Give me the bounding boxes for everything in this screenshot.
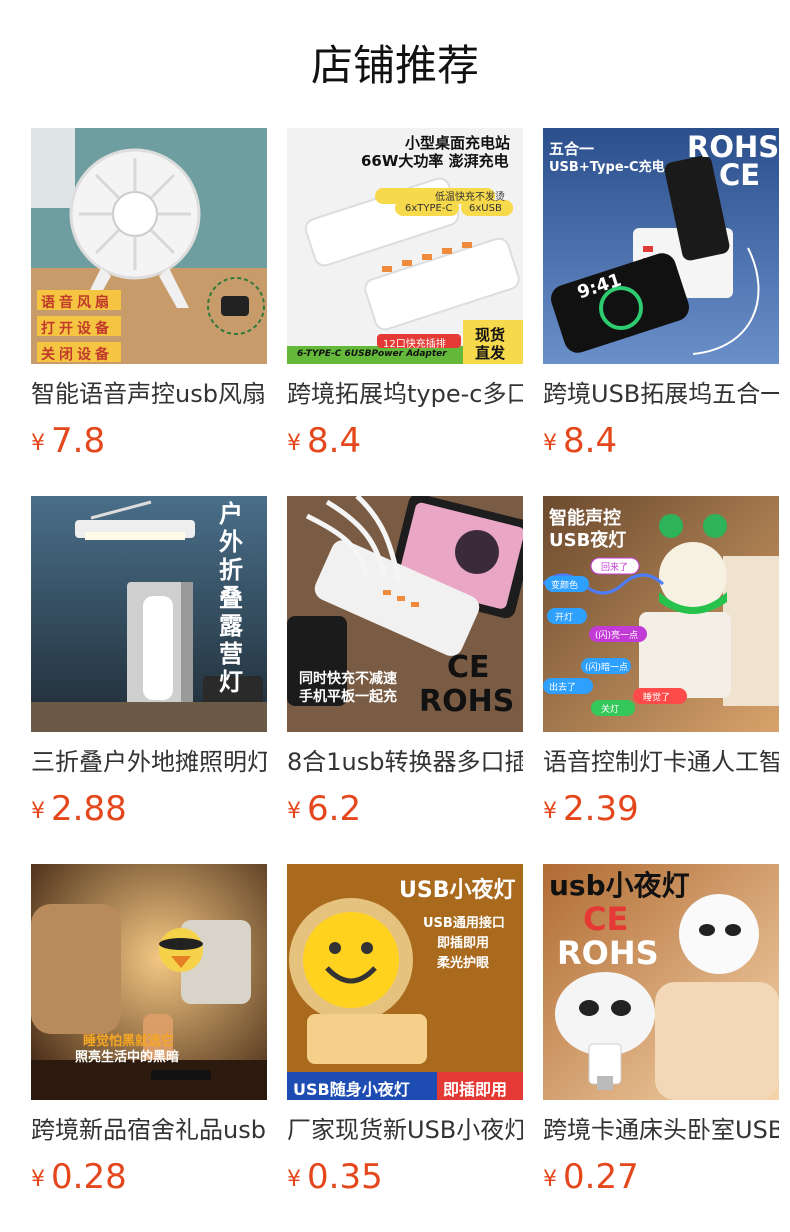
image-ce: CE (447, 650, 490, 685)
image-headline: usb小夜灯 (549, 869, 690, 902)
voice-tag-on: 开灯 (555, 613, 574, 623)
image-footer-right: 即插即用 (443, 1080, 508, 1099)
image-label-1: 语音风扇 (41, 295, 113, 311)
price-value: 0.35 (307, 1157, 383, 1197)
product-image[interactable]: 睡觉怕黑就选它 照亮生活中的黑暗 (31, 864, 267, 1100)
product-price: ¥8.4 (287, 420, 523, 462)
product-price: ¥0.28 (31, 1156, 267, 1198)
image-caption-1: 同时快充不减速 (299, 671, 397, 687)
product-name[interactable]: 三折叠户外地摊照明灯 (31, 746, 267, 778)
image-subheadline: 照亮生活中的黑暗 (75, 1050, 180, 1065)
voice-tag-back: 回来了 (601, 563, 629, 573)
price-value: 8.4 (307, 421, 362, 461)
product-image[interactable]: 小型桌面充电站 66W大功率 澎湃充电 低温快充不发烫 6xTYPE-C 6xU… (287, 128, 523, 364)
price-value: 0.28 (51, 1157, 127, 1197)
product-image[interactable]: 智能声控 USB夜灯 回来了 变颜色 开灯 (闪)亮一点 (闪)暗一点 出去了 … (543, 496, 779, 732)
price-value: 7.8 (51, 421, 106, 461)
product-image[interactable]: usb小夜灯 CE ROHS (543, 864, 779, 1100)
image-label-2: 打开设备 (41, 321, 113, 337)
voice-tag-dimmer: (闪)暗一点 (585, 663, 629, 673)
product-price: ¥2.88 (31, 788, 267, 830)
image-tag-usb: 6xUSB (469, 203, 502, 214)
image-note: 低温快充不发烫 (435, 192, 505, 203)
product-price: ¥8.4 (543, 420, 779, 462)
currency-symbol: ¥ (287, 431, 301, 456)
image-footer-left: USB随身小夜灯 (293, 1080, 410, 1099)
product-card-usb-converter[interactable]: CE ROHS 同时快充不减速 手机平板一起充 8合1usb转换器多口插 ¥6.… (287, 496, 523, 830)
price-value: 2.39 (563, 789, 639, 829)
product-card-usb-hub-dock[interactable]: 五合一 USB+Type-C充电 ROHS CE 9:41 跨境USB拓展坞五合… (543, 128, 779, 462)
product-name[interactable]: 跨境拓展坞type-c多口 (287, 378, 523, 410)
product-card-fan[interactable]: 语音风扇 打开设备 关闭设备 智能语音声控usb风扇 ¥7.8 (31, 128, 267, 462)
image-badge: 12口快充插排 (383, 339, 446, 350)
voice-tag-color: 变颜色 (551, 581, 579, 591)
currency-symbol: ¥ (287, 1167, 301, 1192)
image-subheadline: 66W大功率 澎湃充电 (361, 152, 509, 170)
image-rohs: ROHS (557, 934, 659, 972)
image-vertical-title: 户外折叠露营灯 (219, 500, 243, 696)
product-name[interactable]: 跨境卡通床头卧室USB (543, 1114, 779, 1146)
image-feature-2: 即插即用 (437, 936, 490, 951)
product-image[interactable]: 户外折叠露营灯 (31, 496, 267, 732)
image-headline: USB小夜灯 (399, 878, 516, 903)
product-name[interactable]: 跨境新品宿舍礼品usb (31, 1114, 267, 1146)
product-image[interactable]: CE ROHS 同时快充不减速 手机平板一起充 (287, 496, 523, 732)
image-subheadline: USB夜灯 (549, 530, 627, 551)
currency-symbol: ¥ (31, 799, 45, 824)
voice-tag-sleep: 睡觉了 (643, 693, 671, 703)
product-card-camping-light[interactable]: 户外折叠露营灯 三折叠户外地摊照明灯 ¥2.88 (31, 496, 267, 830)
price-value: 2.88 (51, 789, 127, 829)
image-subheadline: USB+Type-C充电 (549, 160, 665, 175)
voice-tag-out: 出去了 (549, 683, 577, 693)
currency-symbol: ¥ (287, 799, 301, 824)
image-feature-1: USB通用接口 (423, 916, 505, 931)
product-card-cartoon-night-light[interactable]: usb小夜灯 CE ROHS 跨境卡通床头卧室USB ¥0.27 (543, 864, 779, 1198)
product-name[interactable]: 厂家现货新USB小夜灯 (287, 1114, 523, 1146)
currency-symbol: ¥ (543, 431, 557, 456)
image-rohs: ROHS (419, 684, 515, 719)
product-name[interactable]: 语音控制灯卡通人工智 (543, 746, 779, 778)
currency-symbol: ¥ (543, 799, 557, 824)
product-price: ¥2.39 (543, 788, 779, 830)
voice-tag-brighter: (闪)亮一点 (595, 631, 639, 641)
currency-symbol: ¥ (31, 431, 45, 456)
currency-symbol: ¥ (543, 1167, 557, 1192)
product-card-charging-station[interactable]: 小型桌面充电站 66W大功率 澎湃充电 低温快充不发烫 6xTYPE-C 6xU… (287, 128, 523, 462)
voice-tag-off: 关灯 (601, 705, 620, 715)
product-image[interactable]: 五合一 USB+Type-C充电 ROHS CE 9:41 (543, 128, 779, 364)
image-ce: CE (719, 158, 761, 192)
image-ce: CE (583, 900, 629, 938)
currency-symbol: ¥ (31, 1167, 45, 1192)
image-label-3: 关闭设备 (41, 347, 113, 363)
image-footer: 6-TYPE-C 6USBPower Adapter (297, 349, 447, 359)
price-value: 0.27 (563, 1157, 639, 1197)
image-ship: 直发 (475, 344, 506, 362)
price-value: 8.4 (563, 421, 618, 461)
image-feature-3: 柔光护眼 (437, 956, 490, 971)
product-name[interactable]: 智能语音声控usb风扇 (31, 378, 267, 410)
price-value: 6.2 (307, 789, 362, 829)
product-card-dorm-night-light[interactable]: 睡觉怕黑就选它 照亮生活中的黑暗 跨境新品宿舍礼品usb ¥0.28 (31, 864, 267, 1198)
product-name[interactable]: 8合1usb转换器多口插 (287, 746, 523, 778)
page-title: 店铺推荐 (310, 41, 479, 90)
product-name[interactable]: 跨境USB拓展坞五合一 (543, 378, 779, 410)
image-tag-typec: 6xTYPE-C (405, 203, 453, 214)
image-caption-2: 手机平板一起充 (299, 689, 397, 705)
product-price: ¥6.2 (287, 788, 523, 830)
product-image[interactable]: USB小夜灯 USB通用接口 即插即用 柔光护眼 USB随身小夜灯 即插即用 (287, 864, 523, 1100)
product-price: ¥0.27 (543, 1156, 779, 1198)
product-price: ¥7.8 (31, 420, 267, 462)
product-image[interactable]: 语音风扇 打开设备 关闭设备 (31, 128, 267, 364)
product-price: ¥0.35 (287, 1156, 523, 1198)
product-card-voice-night-light[interactable]: 智能声控 USB夜灯 回来了 变颜色 开灯 (闪)亮一点 (闪)暗一点 出去了 … (543, 496, 779, 830)
product-card-smiley-night-light[interactable]: USB小夜灯 USB通用接口 即插即用 柔光护眼 USB随身小夜灯 即插即用 厂… (287, 864, 523, 1198)
